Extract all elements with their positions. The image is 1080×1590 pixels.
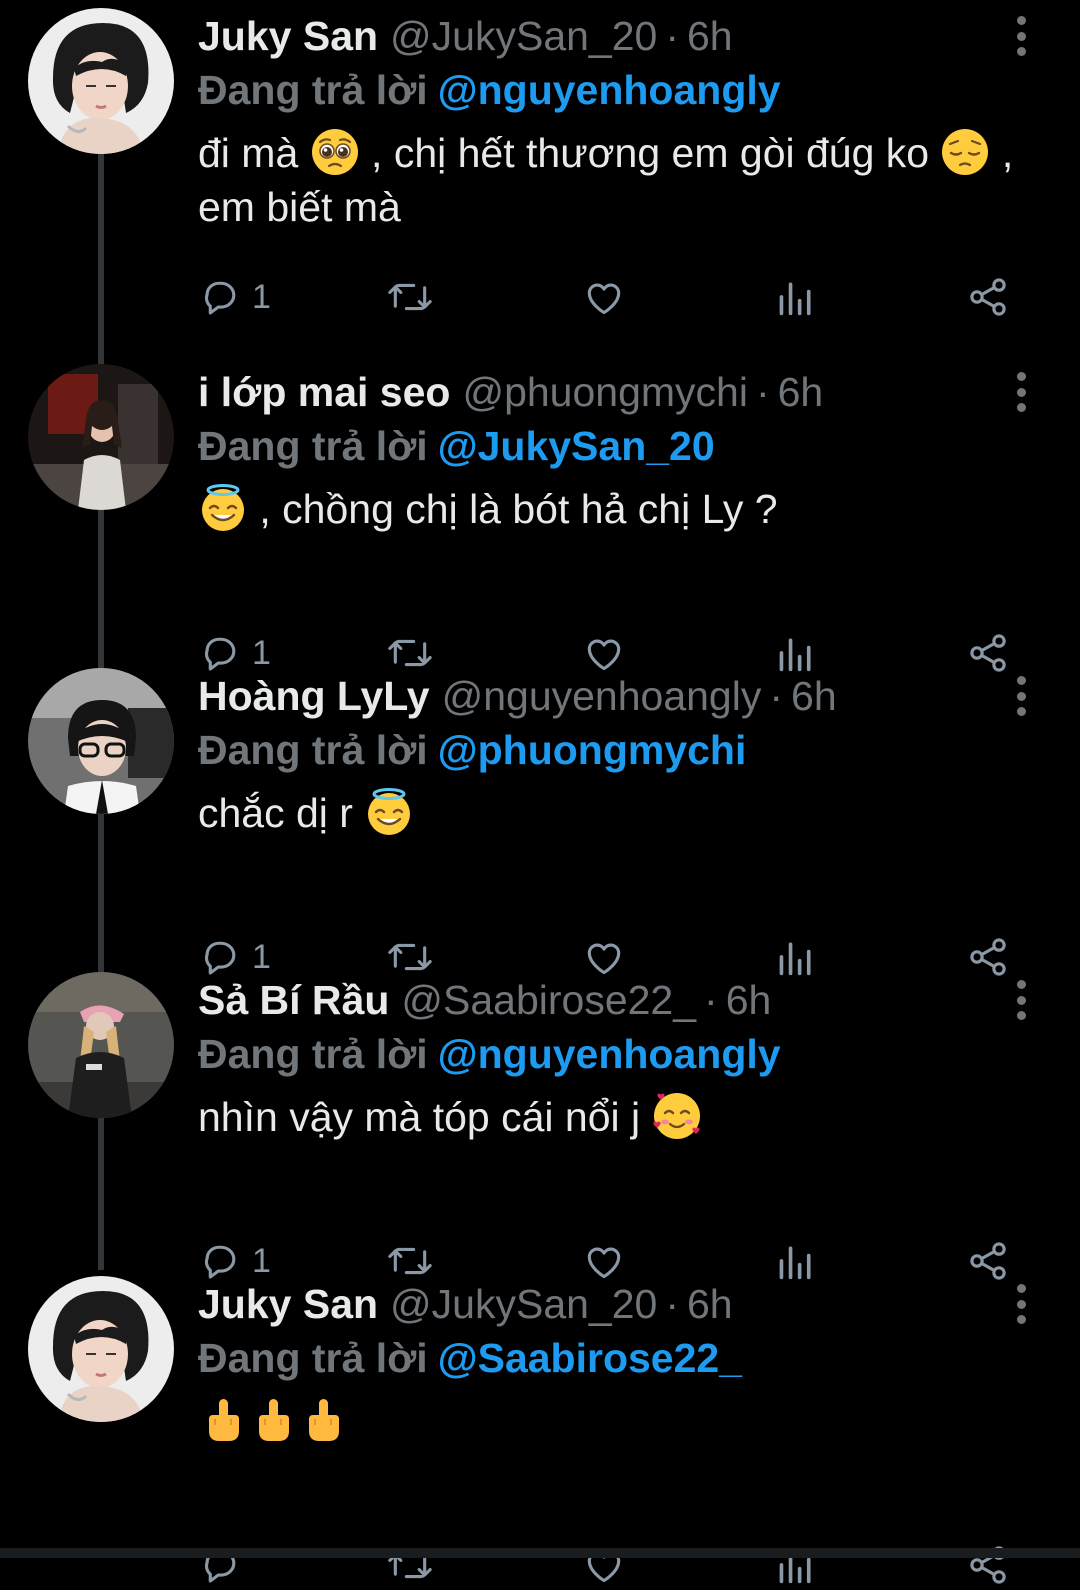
user-handle[interactable]: @phuongmychi (462, 369, 748, 415)
display-name[interactable]: Sả Bí Rầu (198, 977, 389, 1023)
user-handle[interactable]: @nguyenhoangly (442, 673, 762, 719)
pleading-face-emoji (310, 127, 360, 177)
replying-to-label: Đang trả lời (198, 423, 428, 469)
middle-finger-emoji (248, 1395, 298, 1445)
tweet-text: nhìn vậy mà tóp cái nổi j (198, 1090, 1038, 1144)
user-handle[interactable]: @JukySan_20 (390, 13, 657, 59)
replying-to: Đang trả lời @phuongmychi (198, 724, 746, 776)
timestamp[interactable]: 6h (726, 977, 772, 1023)
retweet-button[interactable] (386, 272, 434, 322)
tweet[interactable]: Sả Bí Rầu @Saabirose22_ · 6h Đang trả lời @ng… (0, 968, 1080, 1280)
tweet-text-segment: đi mà (198, 130, 310, 176)
avatar[interactable] (28, 668, 174, 814)
share-button[interactable] (966, 272, 1010, 322)
separator-dot: · (769, 673, 784, 719)
smiling-face-with-halo-emoji (198, 483, 248, 533)
retweet-icon (386, 275, 434, 319)
display-name[interactable]: Juky San (198, 13, 378, 59)
tweet-text: , chồng chị là bót hả chị Ly ? (198, 482, 1038, 536)
user-handle[interactable]: @JukySan_20 (390, 1281, 657, 1327)
tweet-text-segment: , chị hết thương em gòi đúg ko (359, 130, 941, 176)
replying-to: Đang trả lời @nguyenhoangly (198, 64, 781, 116)
display-name[interactable]: Juky San (198, 1281, 378, 1327)
tweet-header: Hoàng LyLy @nguyenhoangly · 6h (198, 670, 837, 722)
user-handle[interactable]: @Saabirose22_ (401, 977, 696, 1023)
more-vertical-icon[interactable] (1004, 1282, 1038, 1326)
views-icon (776, 275, 816, 319)
tweet-text: chắc dị r (198, 786, 1038, 840)
reply-thread: Juky San @JukySan_20 · 6h Đang trả lời @nguye… (0, 0, 1080, 1584)
smiling-face-with-halo-emoji (364, 787, 414, 837)
timestamp[interactable]: 6h (778, 369, 824, 415)
tweet-header: i lớp mai seo @phuongmychi · 6h (198, 366, 823, 418)
views-button[interactable] (776, 272, 816, 322)
timestamp[interactable]: 6h (791, 673, 837, 719)
reply-button[interactable]: 1 (198, 272, 271, 322)
replying-to-handle[interactable]: @JukySan_20 (438, 423, 715, 469)
tweet[interactable]: Hoàng LyLy @nguyenhoangly · 6h Đang trả lời @… (0, 664, 1080, 976)
smiling-face-with-hearts-emoji (652, 1091, 702, 1141)
tweet-text-segment: nhìn vậy mà tóp cái nổi j (198, 1094, 652, 1140)
replying-to: Đang trả lời @nguyenhoangly (198, 1028, 781, 1080)
separator-dot: · (665, 13, 679, 59)
more-vertical-icon[interactable] (1004, 14, 1038, 58)
tweet-header: Sả Bí Rầu @Saabirose22_ · 6h (198, 974, 771, 1026)
replying-to-handle[interactable]: @nguyenhoangly (438, 1031, 781, 1077)
more-vertical-icon[interactable] (1004, 370, 1038, 414)
reply-count: 1 (252, 278, 271, 316)
tweet-text (198, 1394, 1038, 1448)
replying-to-label: Đang trả lời (198, 1031, 428, 1077)
more-vertical-icon[interactable] (1004, 674, 1038, 718)
tweet-actions: 1 (198, 272, 1018, 322)
pensive-face-emoji (940, 127, 990, 177)
tweet-text-segment: , chồng chị là bót hả chị Ly ? (248, 486, 778, 532)
tweet-text-segment: chắc dị r (198, 790, 365, 836)
reply-icon (198, 275, 242, 319)
display-name[interactable]: i lớp mai seo (198, 369, 450, 415)
replying-to-handle[interactable]: @phuongmychi (438, 727, 747, 773)
tweet[interactable]: Juky San @JukySan_20 · 6h Đang trả lời @nguye… (0, 4, 1080, 316)
like-button[interactable] (582, 272, 626, 322)
replying-to-label: Đang trả lời (198, 67, 428, 113)
replying-to-handle[interactable]: @nguyenhoangly (438, 67, 781, 113)
middle-finger-emoji (198, 1395, 248, 1445)
replying-to-handle[interactable]: @Saabirose22_ (438, 1335, 742, 1381)
display-name[interactable]: Hoàng LyLy (198, 673, 430, 719)
replying-to: Đang trả lời @Saabirose22_ (198, 1332, 742, 1384)
replying-to-label: Đang trả lời (198, 727, 428, 773)
avatar[interactable] (28, 364, 174, 510)
avatar[interactable] (28, 8, 174, 154)
more-vertical-icon[interactable] (1004, 978, 1038, 1022)
tweet[interactable]: i lớp mai seo @phuongmychi · 6h Đang trả lời… (0, 360, 1080, 672)
avatar[interactable] (28, 972, 174, 1118)
tweet-text: đi mà , chị hết thương em gòi đúg ko , e… (198, 126, 1038, 234)
tweet[interactable]: Juky San @JukySan_20 · 6h Đang trả lời @Saabi… (0, 1272, 1080, 1584)
replying-to: Đang trả lời @JukySan_20 (198, 420, 715, 472)
tweet-header: Juky San @JukySan_20 · 6h (198, 10, 733, 62)
share-icon (966, 275, 1010, 319)
timestamp[interactable]: 6h (687, 13, 733, 59)
heart-icon (582, 275, 626, 319)
timestamp[interactable]: 6h (687, 1281, 733, 1327)
bottom-edge-bar (0, 1548, 1080, 1558)
separator-dot: · (755, 369, 770, 415)
middle-finger-emoji (298, 1395, 348, 1445)
separator-dot: · (665, 1281, 679, 1327)
replying-to-label: Đang trả lời (198, 1335, 428, 1381)
tweet-header: Juky San @JukySan_20 · 6h (198, 1278, 733, 1330)
separator-dot: · (704, 977, 718, 1023)
avatar[interactable] (28, 1276, 174, 1422)
